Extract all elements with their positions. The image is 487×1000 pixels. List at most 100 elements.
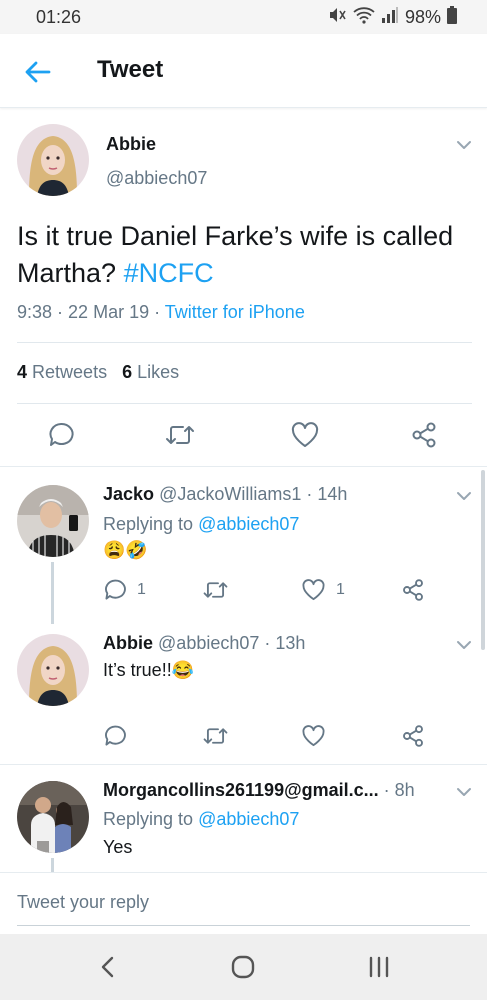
thread-line bbox=[51, 562, 54, 624]
comment-icon bbox=[105, 579, 126, 600]
tweet-body: Is it true Daniel Farke’s wife is called… bbox=[17, 221, 454, 288]
retweet-icon bbox=[166, 426, 194, 444]
replying-to-label: Replying to bbox=[103, 514, 194, 534]
retweets-label: Retweets bbox=[32, 362, 108, 382]
like-button[interactable] bbox=[290, 421, 320, 449]
replying-to-label: Replying to bbox=[103, 809, 194, 829]
page-title: Tweet bbox=[97, 56, 164, 83]
chevron-left-icon bbox=[101, 956, 114, 978]
reply-menu-button[interactable] bbox=[455, 636, 473, 654]
comment-icon bbox=[49, 422, 74, 446]
heart-icon bbox=[302, 725, 325, 747]
share-button[interactable] bbox=[410, 421, 438, 449]
avatar[interactable] bbox=[17, 634, 89, 706]
share-icon bbox=[412, 422, 436, 448]
avatar[interactable] bbox=[17, 781, 89, 853]
reply-placeholder: Tweet your reply bbox=[17, 892, 150, 912]
mute-icon bbox=[327, 6, 347, 29]
status-indicators: 98% bbox=[327, 6, 457, 29]
share-button[interactable] bbox=[401, 578, 425, 602]
like-button[interactable]: 1 bbox=[301, 578, 345, 602]
reply-author-name[interactable]: Abbie bbox=[103, 633, 153, 653]
reply-input[interactable]: Tweet your reply bbox=[17, 892, 470, 926]
nav-home-button[interactable] bbox=[230, 955, 256, 979]
reply-body: It’s true!! bbox=[103, 660, 172, 680]
reply-author-name[interactable]: Morgancollins261199@gmail.c... bbox=[103, 780, 379, 800]
reply-author-handle[interactable]: @abbiech07 bbox=[158, 633, 259, 653]
system-nav-bar bbox=[0, 934, 487, 1000]
nav-recents-button[interactable] bbox=[366, 955, 392, 979]
reply-age: 8h bbox=[394, 780, 415, 800]
thread-line bbox=[51, 858, 54, 872]
reply-emoji: 😂 bbox=[171, 660, 195, 680]
divider bbox=[17, 403, 472, 404]
retweet-button[interactable] bbox=[202, 724, 229, 748]
retweet-button[interactable] bbox=[164, 421, 196, 449]
recents-icon bbox=[369, 956, 389, 978]
like-button[interactable] bbox=[301, 724, 326, 748]
chevron-down-icon bbox=[457, 492, 471, 500]
reply-text: It’s true!!😂 bbox=[103, 660, 194, 681]
reply-menu-button[interactable] bbox=[455, 783, 473, 801]
chevron-down-icon bbox=[457, 788, 471, 796]
status-time: 01:26 bbox=[36, 7, 82, 27]
share-icon bbox=[403, 725, 423, 747]
reply-button[interactable]: 1 bbox=[103, 578, 146, 602]
comment-icon bbox=[105, 725, 126, 746]
retweet-button[interactable] bbox=[202, 578, 229, 602]
scrollbar[interactable] bbox=[481, 470, 485, 650]
reply-author-handle[interactable]: @JackoWilliams1 bbox=[159, 484, 301, 504]
tweet-meta: 9:38 · 22 Mar 19 · Twitter for iPhone bbox=[17, 302, 305, 322]
app-header: Tweet bbox=[0, 34, 487, 108]
tweet-text: Is it true Daniel Farke’s wife is called… bbox=[17, 218, 472, 292]
reply-header: Abbie @abbiech07 · 13h bbox=[103, 633, 306, 653]
replying-to-link[interactable]: @abbiech07 bbox=[198, 514, 299, 534]
reply-text: 😩🤣 bbox=[103, 540, 148, 561]
tweet-author-name[interactable]: Abbie bbox=[106, 134, 156, 155]
reply-button[interactable] bbox=[47, 421, 75, 449]
wifi-icon bbox=[353, 6, 375, 29]
reply-age: 13h bbox=[275, 633, 306, 653]
battery-percent: 98% bbox=[404, 7, 441, 27]
avatar[interactable] bbox=[17, 485, 89, 557]
retweet-icon bbox=[203, 728, 228, 744]
share-icon bbox=[403, 579, 423, 601]
replying-to: Replying to @abbiech07 bbox=[103, 809, 299, 830]
hashtag-link[interactable]: #NCFC bbox=[124, 258, 214, 288]
chevron-down-icon bbox=[457, 141, 471, 149]
retweet-icon bbox=[203, 582, 228, 598]
back-button[interactable] bbox=[22, 56, 54, 88]
tweet-date: 22 Mar 19 bbox=[68, 302, 150, 322]
divider bbox=[0, 466, 487, 467]
heart-icon bbox=[291, 422, 319, 447]
likes-label: Likes bbox=[137, 362, 180, 382]
retweets-stat[interactable]: 4 Retweets bbox=[17, 362, 107, 382]
reply-button[interactable] bbox=[103, 724, 127, 748]
likes-count: 6 bbox=[122, 362, 133, 382]
retweets-count: 4 bbox=[17, 362, 28, 382]
avatar[interactable] bbox=[17, 124, 89, 196]
share-button[interactable] bbox=[401, 724, 425, 748]
nav-back-button[interactable] bbox=[96, 954, 120, 980]
chevron-down-icon bbox=[457, 641, 471, 649]
reply-header: Morgancollins261199@gmail.c... · 8h bbox=[103, 780, 415, 800]
reply-count: 1 bbox=[137, 581, 146, 598]
reply-menu-button[interactable] bbox=[455, 487, 473, 505]
divider bbox=[0, 872, 487, 873]
reply-header: Jacko @JackoWilliams1 · 14h bbox=[103, 484, 348, 504]
tweet-source-link[interactable]: Twitter for iPhone bbox=[165, 302, 305, 322]
divider bbox=[17, 342, 472, 343]
replying-to-link[interactable]: @abbiech07 bbox=[198, 809, 299, 829]
heart-icon bbox=[302, 579, 325, 601]
divider bbox=[0, 764, 487, 765]
tweet-author-handle[interactable]: @abbiech07 bbox=[106, 168, 207, 189]
replying-to: Replying to @abbiech07 bbox=[103, 514, 299, 535]
engagement-counts: 4 Retweets 6 Likes bbox=[17, 362, 179, 383]
tweet-time: 9:38 bbox=[17, 302, 53, 322]
reply-emoji: 😩🤣 bbox=[103, 540, 148, 560]
reply-author-name[interactable]: Jacko bbox=[103, 484, 154, 504]
tweet-menu-button[interactable] bbox=[455, 136, 473, 154]
likes-stat[interactable]: 6 Likes bbox=[122, 362, 179, 382]
arrow-left-icon bbox=[25, 61, 51, 83]
signal-icon bbox=[381, 6, 399, 29]
